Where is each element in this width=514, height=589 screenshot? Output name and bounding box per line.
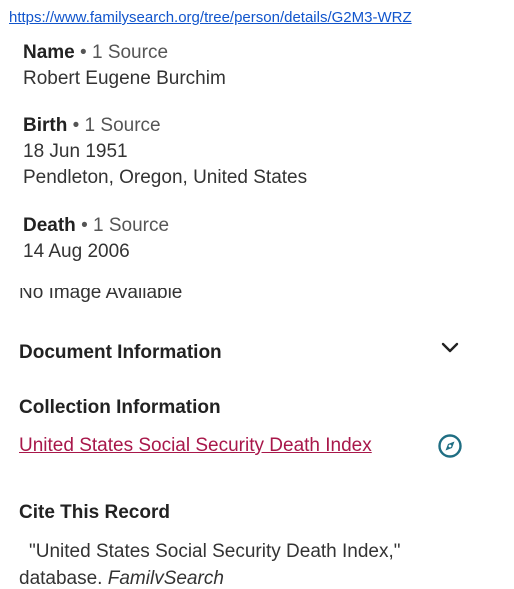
birth-section: Birth • 1 Source 18 Jun 1951 Pendleton, … bbox=[23, 113, 307, 191]
birth-source-count[interactable]: 1 Source bbox=[85, 115, 161, 136]
name-value: Robert Eugene Burchim bbox=[23, 68, 226, 89]
name-source-count[interactable]: 1 Source bbox=[92, 42, 168, 63]
birth-label: Birth bbox=[23, 115, 68, 136]
collection-link[interactable]: United States Social Security Death Inde… bbox=[19, 435, 372, 457]
death-label: Death bbox=[23, 215, 76, 236]
citation-text: "United States Social Security Death Ind… bbox=[19, 538, 479, 584]
death-section: Death • 1 Source 14 Aug 2006 bbox=[23, 213, 169, 265]
name-section: Name • 1 Source Robert Eugene Burchim bbox=[23, 40, 226, 92]
document-information-toggle[interactable]: Document Information bbox=[19, 342, 222, 364]
separator-dot: • bbox=[81, 215, 88, 236]
separator-dot: • bbox=[80, 42, 87, 63]
separator-dot: • bbox=[72, 115, 80, 136]
compass-icon[interactable] bbox=[437, 433, 463, 459]
birth-place: Pendleton, Oregon, United States bbox=[23, 167, 308, 188]
death-source-count[interactable]: 1 Source bbox=[93, 215, 169, 236]
no-image-text: No Image Available bbox=[19, 288, 183, 303]
no-image-note: No Image Available bbox=[19, 288, 182, 306]
name-label: Name bbox=[23, 42, 75, 63]
chevron-down-icon[interactable] bbox=[441, 342, 459, 354]
birth-date: 18 Jun 1951 bbox=[23, 141, 128, 162]
collection-information-heading: Collection Information bbox=[19, 397, 221, 418]
record-url-link[interactable]: https://www.familysearch.org/tree/person… bbox=[9, 9, 412, 26]
citation-line-2: database, FamilySearch bbox=[19, 565, 479, 584]
citation-site-name: FamilySearch bbox=[107, 568, 224, 584]
citation-line-1: "United States Social Security Death Ind… bbox=[29, 541, 401, 562]
cite-heading: Cite This Record bbox=[19, 502, 170, 523]
death-date: 14 Aug 2006 bbox=[23, 241, 130, 262]
citation-database-text: database, bbox=[19, 568, 108, 584]
